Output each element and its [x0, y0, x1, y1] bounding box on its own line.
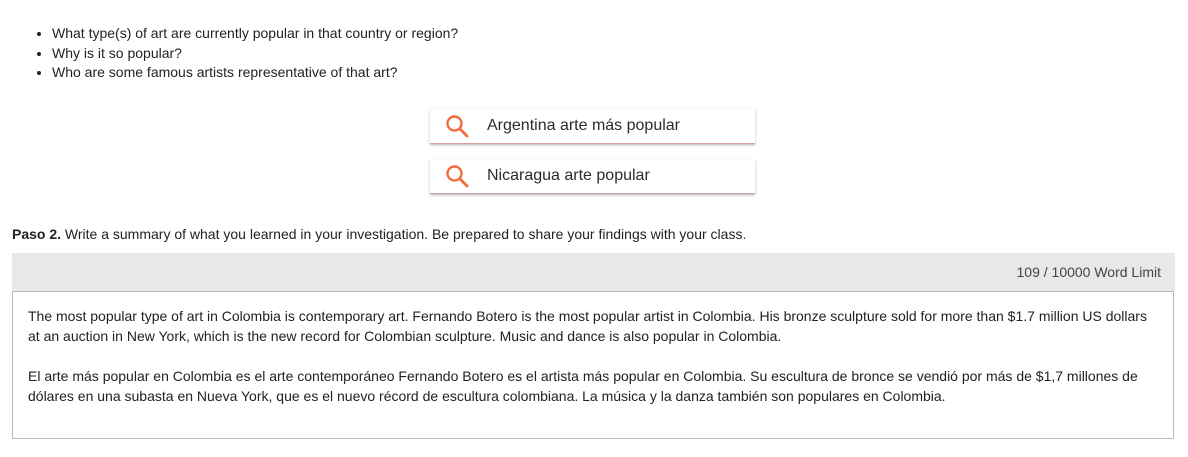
- search-icon: [444, 163, 470, 189]
- step-text: Write a summary of what you learned in y…: [61, 226, 747, 242]
- answer-textarea[interactable]: The most popular type of art in Colombia…: [12, 291, 1174, 439]
- search-chip-argentina[interactable]: Argentina arte más popular: [430, 109, 755, 144]
- step-instruction: Paso 2. Write a summary of what you lear…: [12, 226, 746, 242]
- step-label: Paso 2.: [12, 226, 62, 242]
- search-chip-label: Argentina arte más popular: [487, 117, 680, 134]
- search-icon: [444, 113, 470, 139]
- answer-paragraph-english: The most popular type of art in Colombia…: [28, 308, 1147, 344]
- list-item: Who are some famous artists representati…: [52, 63, 458, 83]
- list-item: What type(s) of art are currently popula…: [52, 24, 458, 44]
- answer-paragraph-spanish: El arte más popular en Colombia es el ar…: [28, 368, 1138, 404]
- search-chip-nicaragua[interactable]: Nicaragua arte popular: [430, 159, 755, 194]
- list-item: Why is it so popular?: [52, 44, 458, 64]
- question-list: What type(s) of art are currently popula…: [34, 24, 458, 83]
- word-count: 109 / 10000 Word Limit: [1016, 264, 1162, 280]
- search-chip-label: Nicaragua arte popular: [487, 167, 650, 184]
- word-counter-bar: 109 / 10000 Word Limit: [12, 253, 1175, 291]
